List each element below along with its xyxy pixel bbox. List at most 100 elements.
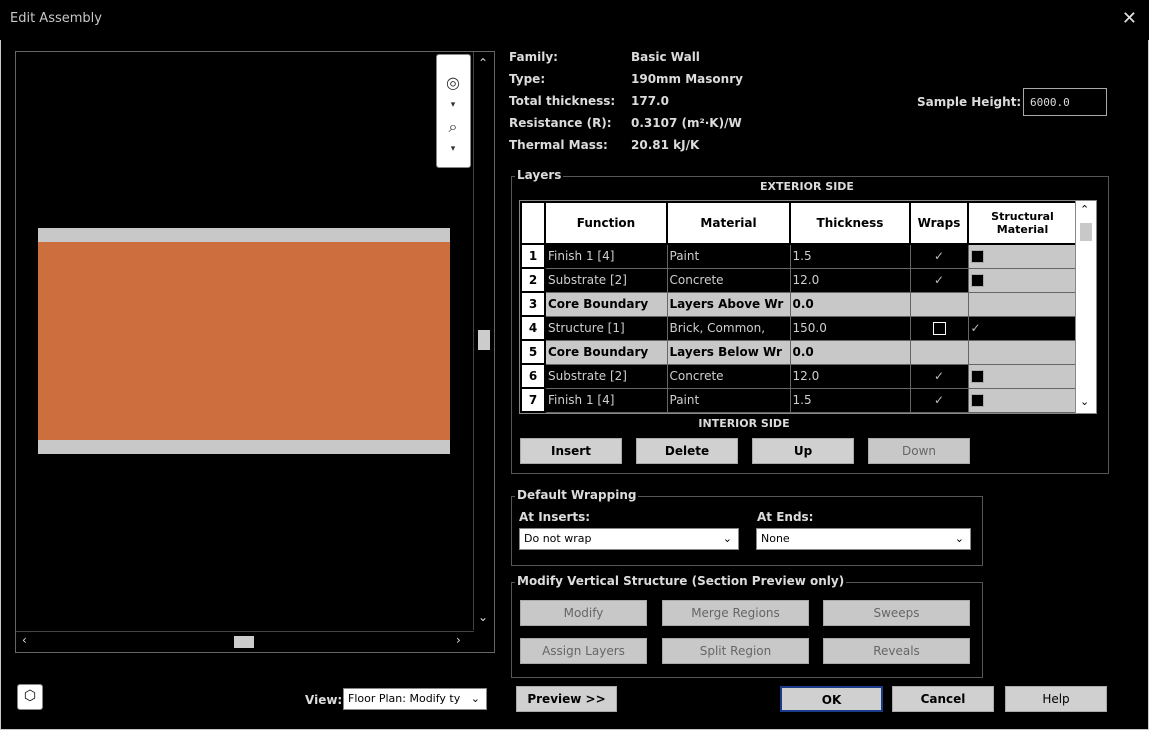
cancel-button[interactable]: Cancel bbox=[892, 686, 994, 712]
insert-button[interactable]: Insert bbox=[520, 438, 622, 464]
structural-checkbox[interactable] bbox=[970, 274, 984, 287]
scroll-up-icon[interactable]: ⌃ bbox=[1080, 203, 1089, 216]
structural-material-cell[interactable] bbox=[967, 363, 1078, 389]
thickness-cell[interactable]: 12.0 bbox=[789, 363, 911, 389]
structural-checkbox[interactable] bbox=[970, 250, 984, 264]
wraps-cell[interactable] bbox=[909, 315, 969, 341]
table-row[interactable]: 1 Finish 1 [4] Paint 1.5 ✓ bbox=[520, 243, 1078, 269]
thickness-cell[interactable]: 0.0 bbox=[789, 339, 911, 365]
section-preview[interactable]: ◎ ▾ ⌕ ▾ ⌃ ⌄ ‹ › bbox=[15, 51, 495, 653]
chevron-down-icon[interactable]: ▾ bbox=[443, 139, 463, 159]
check-icon[interactable]: ✓ bbox=[971, 321, 981, 335]
preview-horizontal-scrollbar[interactable]: ‹ › bbox=[16, 631, 474, 652]
wraps-cell[interactable]: ✓ bbox=[909, 387, 969, 413]
structural-material-cell[interactable]: ✓ bbox=[967, 315, 1078, 341]
check-icon[interactable]: ✓ bbox=[934, 249, 944, 263]
column-header-function[interactable]: Function bbox=[544, 201, 668, 245]
wraps-cell[interactable]: ✓ bbox=[909, 267, 969, 293]
zoom-icon[interactable]: ⌕ bbox=[443, 117, 463, 137]
view-select[interactable]: Floor Plan: Modify ty ⌄ bbox=[343, 688, 487, 710]
function-cell[interactable]: Finish 1 [4] bbox=[544, 387, 668, 413]
help-button[interactable]: Help bbox=[1005, 686, 1107, 712]
row-number: 5 bbox=[520, 339, 546, 365]
at-inserts-select[interactable]: Do not wrap ⌄ bbox=[519, 528, 739, 550]
material-cell[interactable]: Paint bbox=[666, 387, 791, 413]
wraps-cell[interactable] bbox=[909, 291, 969, 317]
modify-button[interactable]: Modify bbox=[520, 600, 647, 626]
thickness-cell[interactable]: 12.0 bbox=[789, 267, 911, 293]
structural-material-cell[interactable] bbox=[967, 267, 1078, 293]
material-cell[interactable]: Concrete bbox=[666, 267, 791, 293]
function-cell[interactable]: Substrate [2] bbox=[544, 267, 668, 293]
assign-layers-button[interactable]: Assign Layers bbox=[520, 638, 647, 664]
wraps-cell[interactable]: ✓ bbox=[909, 243, 969, 269]
sweeps-button[interactable]: Sweeps bbox=[823, 600, 970, 626]
structural-material-cell[interactable] bbox=[967, 387, 1078, 413]
sample-height-input[interactable] bbox=[1023, 88, 1107, 116]
column-header-structural-material[interactable]: Structural Material bbox=[967, 201, 1078, 245]
wraps-cell[interactable]: ✓ bbox=[909, 363, 969, 389]
reveals-button[interactable]: Reveals bbox=[823, 638, 970, 664]
material-cell[interactable]: Concrete bbox=[666, 363, 791, 389]
chevron-down-icon[interactable]: ▾ bbox=[443, 95, 463, 115]
material-cell[interactable]: Brick, Common, bbox=[666, 315, 791, 341]
interior-side-label: INTERIOR SIDE bbox=[698, 417, 790, 430]
column-header-wraps[interactable]: Wraps bbox=[909, 201, 969, 245]
structural-material-cell[interactable] bbox=[967, 339, 1078, 365]
close-icon[interactable]: ✕ bbox=[1122, 8, 1137, 29]
scroll-right-icon[interactable]: › bbox=[456, 633, 461, 647]
table-row[interactable]: 7 Finish 1 [4] Paint 1.5 ✓ bbox=[520, 387, 1078, 413]
table-row[interactable]: 2 Substrate [2] Concrete 12.0 ✓ bbox=[520, 267, 1078, 293]
scroll-up-icon[interactable]: ⌃ bbox=[478, 56, 488, 70]
layers-table[interactable]: Function Material Thickness Wraps Struct… bbox=[519, 200, 1097, 414]
function-cell[interactable]: Substrate [2] bbox=[544, 363, 668, 389]
preview-vertical-scrollbar[interactable]: ⌃ ⌄ bbox=[473, 52, 494, 630]
table-row[interactable]: 6 Substrate [2] Concrete 12.0 ✓ bbox=[520, 363, 1078, 389]
material-cell[interactable]: Paint bbox=[666, 243, 791, 269]
thickness-cell[interactable]: 1.5 bbox=[789, 387, 911, 413]
delete-button[interactable]: Delete bbox=[636, 438, 738, 464]
wraps-cell[interactable] bbox=[909, 339, 969, 365]
scroll-thumb[interactable] bbox=[234, 636, 254, 648]
scroll-thumb[interactable] bbox=[1080, 223, 1092, 241]
scroll-down-icon[interactable]: ⌄ bbox=[478, 610, 488, 624]
function-cell[interactable]: Core Boundary bbox=[544, 339, 668, 365]
column-header-material[interactable]: Material bbox=[666, 201, 791, 245]
thickness-cell[interactable]: 1.5 bbox=[789, 243, 911, 269]
layers-vertical-scrollbar[interactable]: ⌃ ⌄ bbox=[1075, 201, 1096, 413]
check-icon[interactable]: ✓ bbox=[934, 393, 944, 407]
material-cell[interactable]: Layers Below Wr bbox=[666, 339, 791, 365]
structural-checkbox[interactable] bbox=[970, 394, 984, 407]
function-cell[interactable]: Structure [1] bbox=[544, 315, 668, 341]
check-icon[interactable]: ✓ bbox=[934, 369, 944, 383]
thickness-cell[interactable]: 150.0 bbox=[789, 315, 911, 341]
up-button[interactable]: Up bbox=[752, 438, 854, 464]
ok-button[interactable]: OK bbox=[780, 686, 883, 712]
function-cell[interactable]: Finish 1 [4] bbox=[544, 243, 668, 269]
check-icon[interactable]: ✓ bbox=[934, 273, 944, 287]
function-cell[interactable]: Core Boundary bbox=[544, 291, 668, 317]
merge-regions-button[interactable]: Merge Regions bbox=[662, 600, 809, 626]
table-row[interactable]: 3 Core Boundary Layers Above Wr 0.0 bbox=[520, 291, 1078, 317]
down-button[interactable]: Down bbox=[868, 438, 970, 464]
material-cell[interactable]: Layers Above Wr bbox=[666, 291, 791, 317]
table-row[interactable]: 4 Structure [1] Brick, Common, 150.0 ✓ bbox=[520, 315, 1078, 341]
scroll-down-icon[interactable]: ⌄ bbox=[1080, 395, 1089, 408]
structural-checkbox[interactable] bbox=[970, 370, 984, 383]
table-row[interactable]: 5 Core Boundary Layers Below Wr 0.0 bbox=[520, 339, 1078, 365]
split-region-button[interactable]: Split Region bbox=[662, 638, 809, 664]
steering-wheel-icon[interactable]: ◎ bbox=[443, 73, 463, 93]
thickness-cell[interactable]: 0.0 bbox=[789, 291, 911, 317]
family-value: Basic Wall bbox=[631, 50, 700, 64]
window-title: Edit Assembly bbox=[10, 11, 102, 26]
preview-button[interactable]: Preview >> bbox=[516, 686, 617, 712]
structural-material-cell[interactable] bbox=[967, 243, 1078, 269]
column-header-thickness[interactable]: Thickness bbox=[789, 201, 911, 245]
structural-material-cell[interactable] bbox=[967, 291, 1078, 317]
at-ends-select[interactable]: None ⌄ bbox=[756, 528, 971, 550]
scroll-left-icon[interactable]: ‹ bbox=[22, 633, 27, 647]
view-cube-icon[interactable]: ⬡ bbox=[17, 684, 43, 710]
navigation-bar[interactable]: ◎ ▾ ⌕ ▾ bbox=[436, 54, 471, 168]
wraps-checkbox[interactable] bbox=[932, 322, 946, 335]
scroll-thumb[interactable] bbox=[478, 330, 490, 350]
